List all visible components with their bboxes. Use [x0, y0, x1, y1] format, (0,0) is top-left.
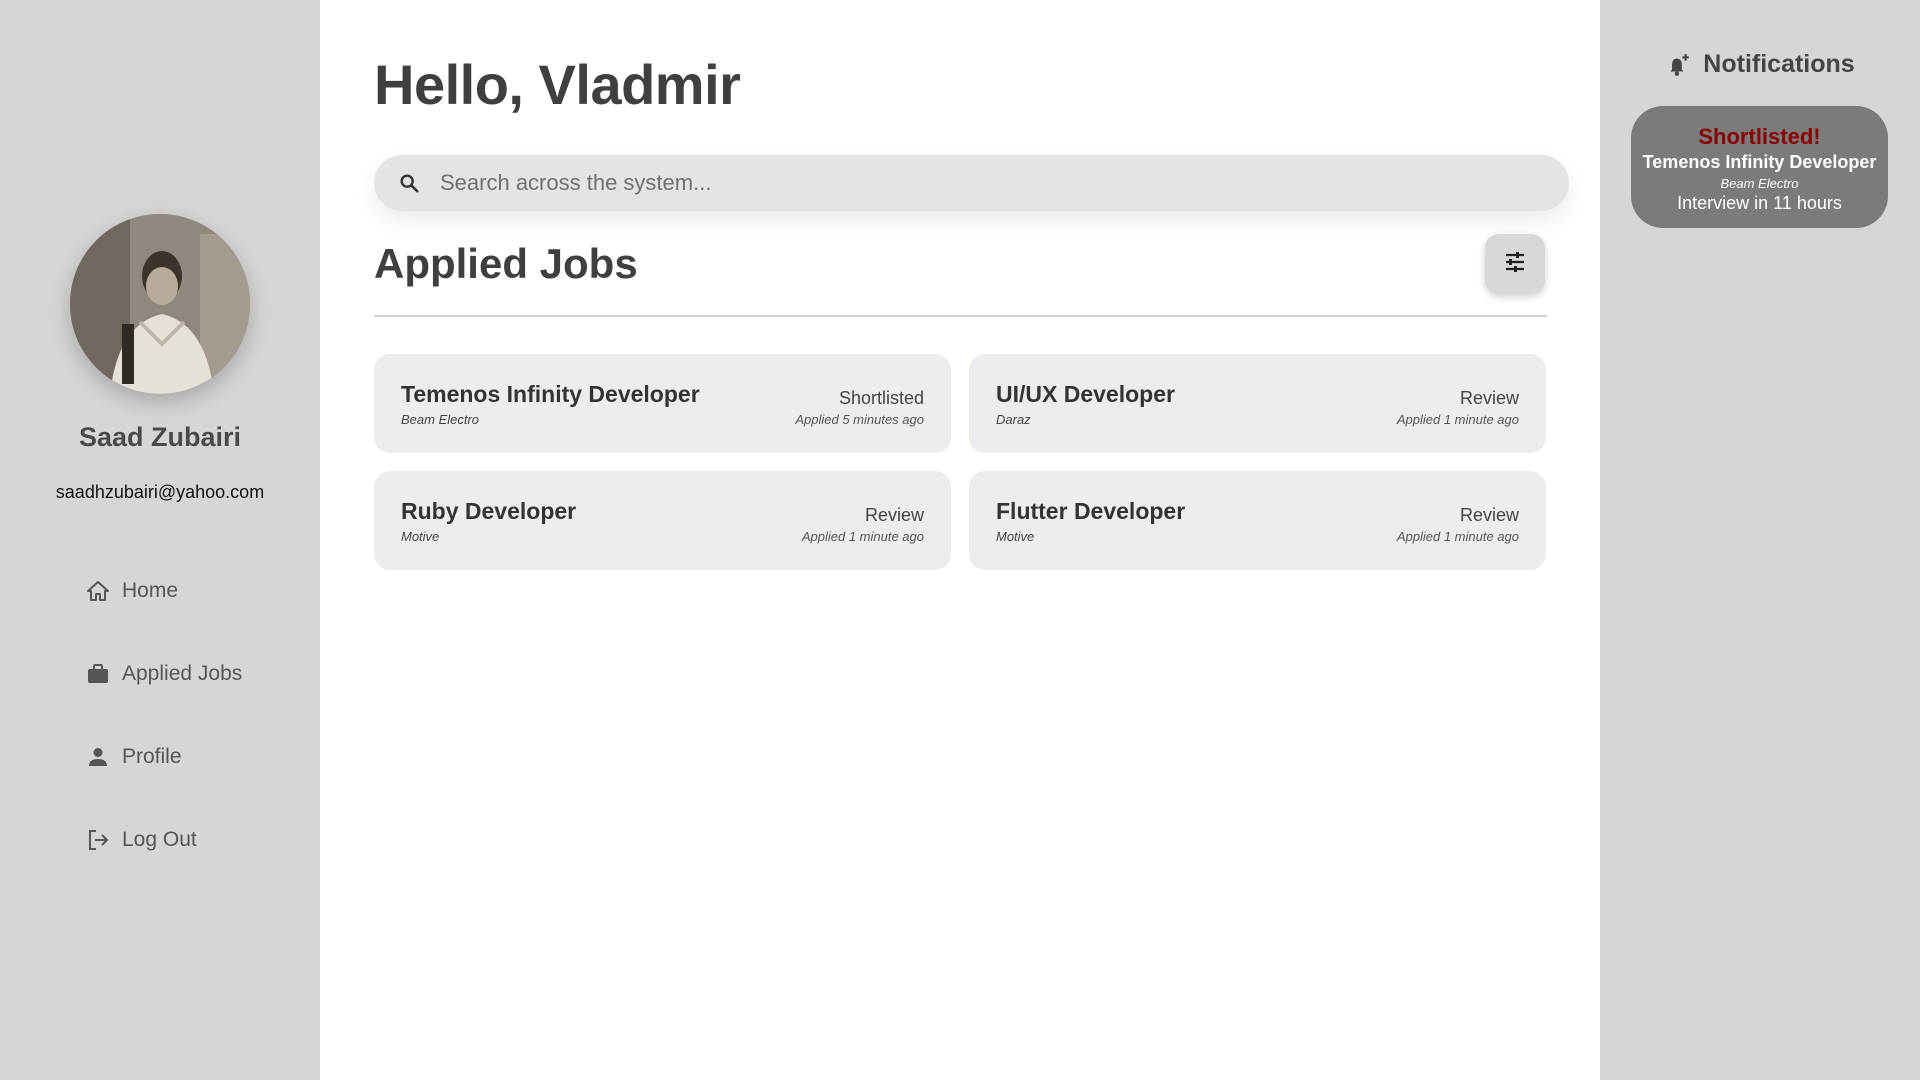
notifications-title: Notifications: [1703, 50, 1855, 78]
bell-plus-icon: [1665, 51, 1693, 79]
job-status: Review: [864, 505, 924, 525]
sidebar-item-label: Applied Jobs: [122, 662, 243, 685]
sidebar-item-label: Log Out: [122, 828, 197, 851]
avatar-photo: [70, 214, 250, 394]
notification-job-title: Temenos Infinity Developer: [1642, 152, 1877, 172]
sidebar-item-label: Home: [122, 579, 179, 602]
job-status: Review: [1459, 388, 1519, 408]
filter-sliders-icon: [1503, 250, 1527, 279]
section-divider: [374, 315, 1547, 317]
job-title: Flutter Developer: [996, 498, 1186, 524]
notification-card[interactable]: Shortlisted! Temenos Infinity Developer …: [1631, 106, 1888, 228]
sidebar-item-applied-jobs[interactable]: Applied Jobs: [84, 653, 242, 695]
job-applied-time: Applied 1 minute ago: [1396, 412, 1519, 427]
sidebar: Saad Zubairi saadhzubairi@yahoo.com Home…: [0, 0, 320, 1080]
sidebar-item-home[interactable]: Home: [84, 570, 242, 612]
job-applied-time: Applied 5 minutes ago: [795, 412, 924, 427]
job-card[interactable]: Flutter Developer Motive Review Applied …: [969, 471, 1546, 570]
home-icon: [84, 577, 112, 605]
job-card[interactable]: UI/UX Developer Daraz Review Applied 1 m…: [969, 354, 1546, 453]
briefcase-icon: [84, 660, 112, 688]
page-title: Hello, Vladmir: [374, 53, 741, 116]
app-root: Saad Zubairi saadhzubairi@yahoo.com Home…: [0, 0, 1920, 1080]
job-card[interactable]: Ruby Developer Motive Review Applied 1 m…: [374, 471, 951, 570]
search-icon: [398, 170, 424, 196]
job-applied-time: Applied 1 minute ago: [1396, 529, 1519, 544]
job-title: UI/UX Developer: [996, 381, 1175, 407]
job-card[interactable]: Temenos Infinity Developer Beam Electro …: [374, 354, 951, 453]
avatar[interactable]: [70, 214, 250, 394]
user-name: Saad Zubairi: [78, 422, 242, 452]
job-applied-time: Applied 1 minute ago: [801, 529, 924, 544]
job-status: Shortlisted: [838, 388, 924, 408]
sidebar-item-profile[interactable]: Profile: [84, 736, 242, 778]
person-icon: [84, 743, 112, 771]
search-input[interactable]: [440, 170, 1540, 196]
main-content: Hello, Vladmir Applied Jobs Temenos Infi: [320, 0, 1600, 1080]
search-bar[interactable]: [374, 155, 1569, 211]
job-title: Ruby Developer: [401, 498, 577, 524]
notifications-header: Notifications: [1600, 50, 1920, 79]
user-email: saadhzubairi@yahoo.com: [55, 482, 265, 502]
logout-icon: [84, 826, 112, 854]
section-title: Applied Jobs: [374, 240, 638, 287]
notification-company: Beam Electro: [1720, 176, 1799, 191]
notifications-panel: Notifications Shortlisted! Temenos Infin…: [1600, 0, 1920, 1080]
sidebar-item-label: Profile: [122, 745, 182, 768]
sidebar-item-log-out[interactable]: Log Out: [84, 819, 242, 861]
job-status: Review: [1459, 505, 1519, 525]
notification-status: Shortlisted!: [1698, 124, 1821, 149]
notification-detail: Interview in 11 hours: [1677, 193, 1842, 213]
filter-button[interactable]: [1485, 234, 1545, 294]
applied-jobs-grid: Temenos Infinity Developer Beam Electro …: [374, 354, 1546, 570]
sidebar-nav: Home Applied Jobs Profile Log Out: [84, 570, 242, 902]
